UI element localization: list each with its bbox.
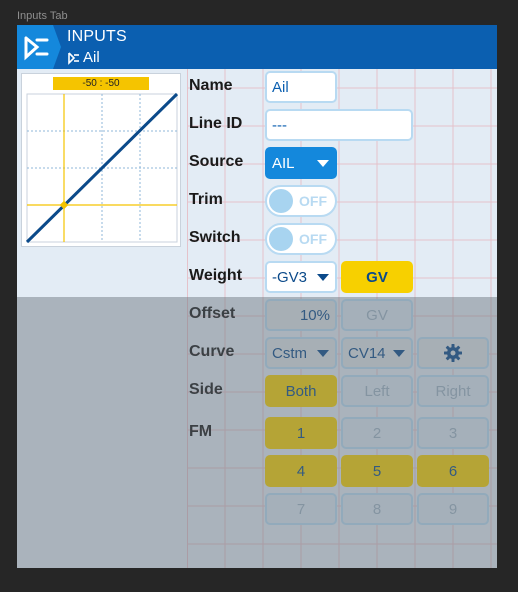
weight-gv-button[interactable]: GV <box>341 261 413 293</box>
trim-label: Trim <box>189 191 223 208</box>
subtitle-text: Ail <box>83 49 100 66</box>
switch-toggle[interactable]: OFF <box>265 223 337 255</box>
chevron-down-icon <box>317 274 329 281</box>
source-value: AIL <box>272 154 295 172</box>
trim-state: OFF <box>299 193 327 209</box>
source-select[interactable]: AIL <box>265 147 337 179</box>
dimmed-overlay <box>17 297 497 568</box>
curve-graph: -50 : -50 <box>21 73 181 247</box>
toggle-knob <box>269 189 293 213</box>
line-id-label: Line ID <box>189 115 243 132</box>
window-caption: Inputs Tab <box>17 10 68 22</box>
source-label: Source <box>189 153 244 170</box>
weight-gv-label: GV <box>366 268 388 286</box>
weight-label: Weight <box>189 267 243 284</box>
line-id-value: --- <box>272 116 287 134</box>
toggle-knob <box>269 227 293 251</box>
page-subtitle: Ail <box>67 49 100 66</box>
line-id-input[interactable]: --- <box>265 109 413 141</box>
inputs-screen: INPUTS Ail -50: -50 Name Line ID Source… <box>17 25 497 568</box>
input-mix-icon <box>68 51 79 65</box>
switch-label: Switch <box>189 229 241 246</box>
inputs-logo-icon[interactable] <box>17 25 61 69</box>
name-label: Name <box>189 77 233 94</box>
name-value: Ail <box>272 78 289 96</box>
weight-value: -GV3 <box>272 268 308 286</box>
header-bar: INPUTS Ail <box>17 25 497 69</box>
page-title: INPUTS <box>67 28 127 45</box>
graph-value-label: -50 : -50 <box>53 77 149 90</box>
switch-state: OFF <box>299 231 327 247</box>
name-input[interactable]: Ail <box>265 71 337 103</box>
chevron-down-icon <box>317 160 329 167</box>
weight-select[interactable]: -GV3 <box>265 261 337 293</box>
trim-toggle[interactable]: OFF <box>265 185 337 217</box>
